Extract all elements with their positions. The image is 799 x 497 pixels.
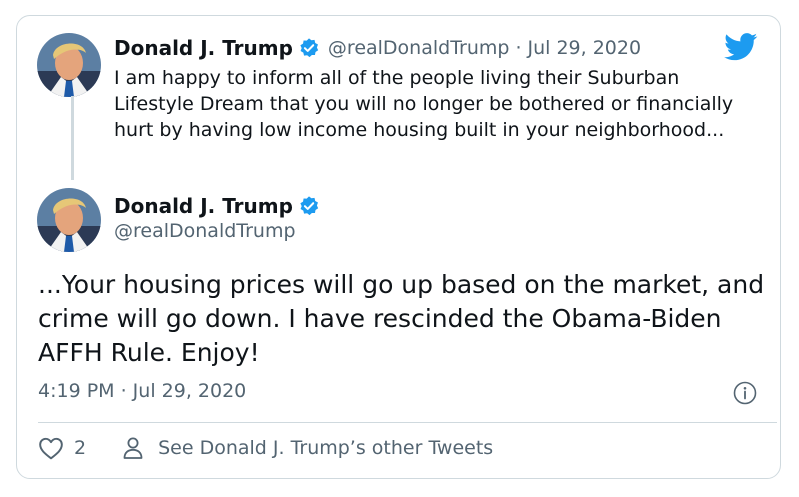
heart-icon[interactable]	[38, 436, 64, 460]
other-tweets-link[interactable]: See Donald J. Trump’s other Tweets	[158, 437, 493, 459]
author-name[interactable]: Donald J. Trump	[114, 194, 293, 218]
author-handle[interactable]: @realDonaldTrump	[114, 220, 296, 242]
embedded-tweet-header: Donald J. Trump @realDonaldTrump · Jul 2…	[114, 36, 641, 60]
tweet-date[interactable]: Jul 29, 2020	[528, 37, 642, 59]
avatar-embedded[interactable]	[37, 33, 101, 97]
main-tweet-header: Donald J. Trump	[114, 194, 328, 218]
actions-divider	[38, 422, 777, 423]
info-icon[interactable]	[733, 381, 757, 409]
like-count[interactable]: 2	[74, 437, 86, 459]
thread-connector-line	[71, 96, 74, 180]
tweet-actions: 2 See Donald J. Trump’s other Tweets	[38, 436, 493, 460]
meta-separator: ·	[515, 37, 522, 59]
avatar-main[interactable]	[37, 188, 101, 252]
verified-badge-icon	[298, 37, 320, 59]
author-handle[interactable]: @realDonaldTrump	[328, 37, 510, 59]
person-icon[interactable]	[122, 436, 144, 460]
tweet-timestamp[interactable]: 4:19 PM · Jul 29, 2020	[38, 380, 246, 402]
twitter-bird-icon[interactable]	[724, 33, 758, 65]
main-tweet-text: ...Your housing prices will go up based …	[38, 270, 765, 367]
author-name[interactable]: Donald J. Trump	[114, 36, 293, 60]
embedded-tweet-text: I am happy to inform all of the people l…	[114, 67, 734, 141]
verified-badge-icon	[298, 195, 320, 217]
